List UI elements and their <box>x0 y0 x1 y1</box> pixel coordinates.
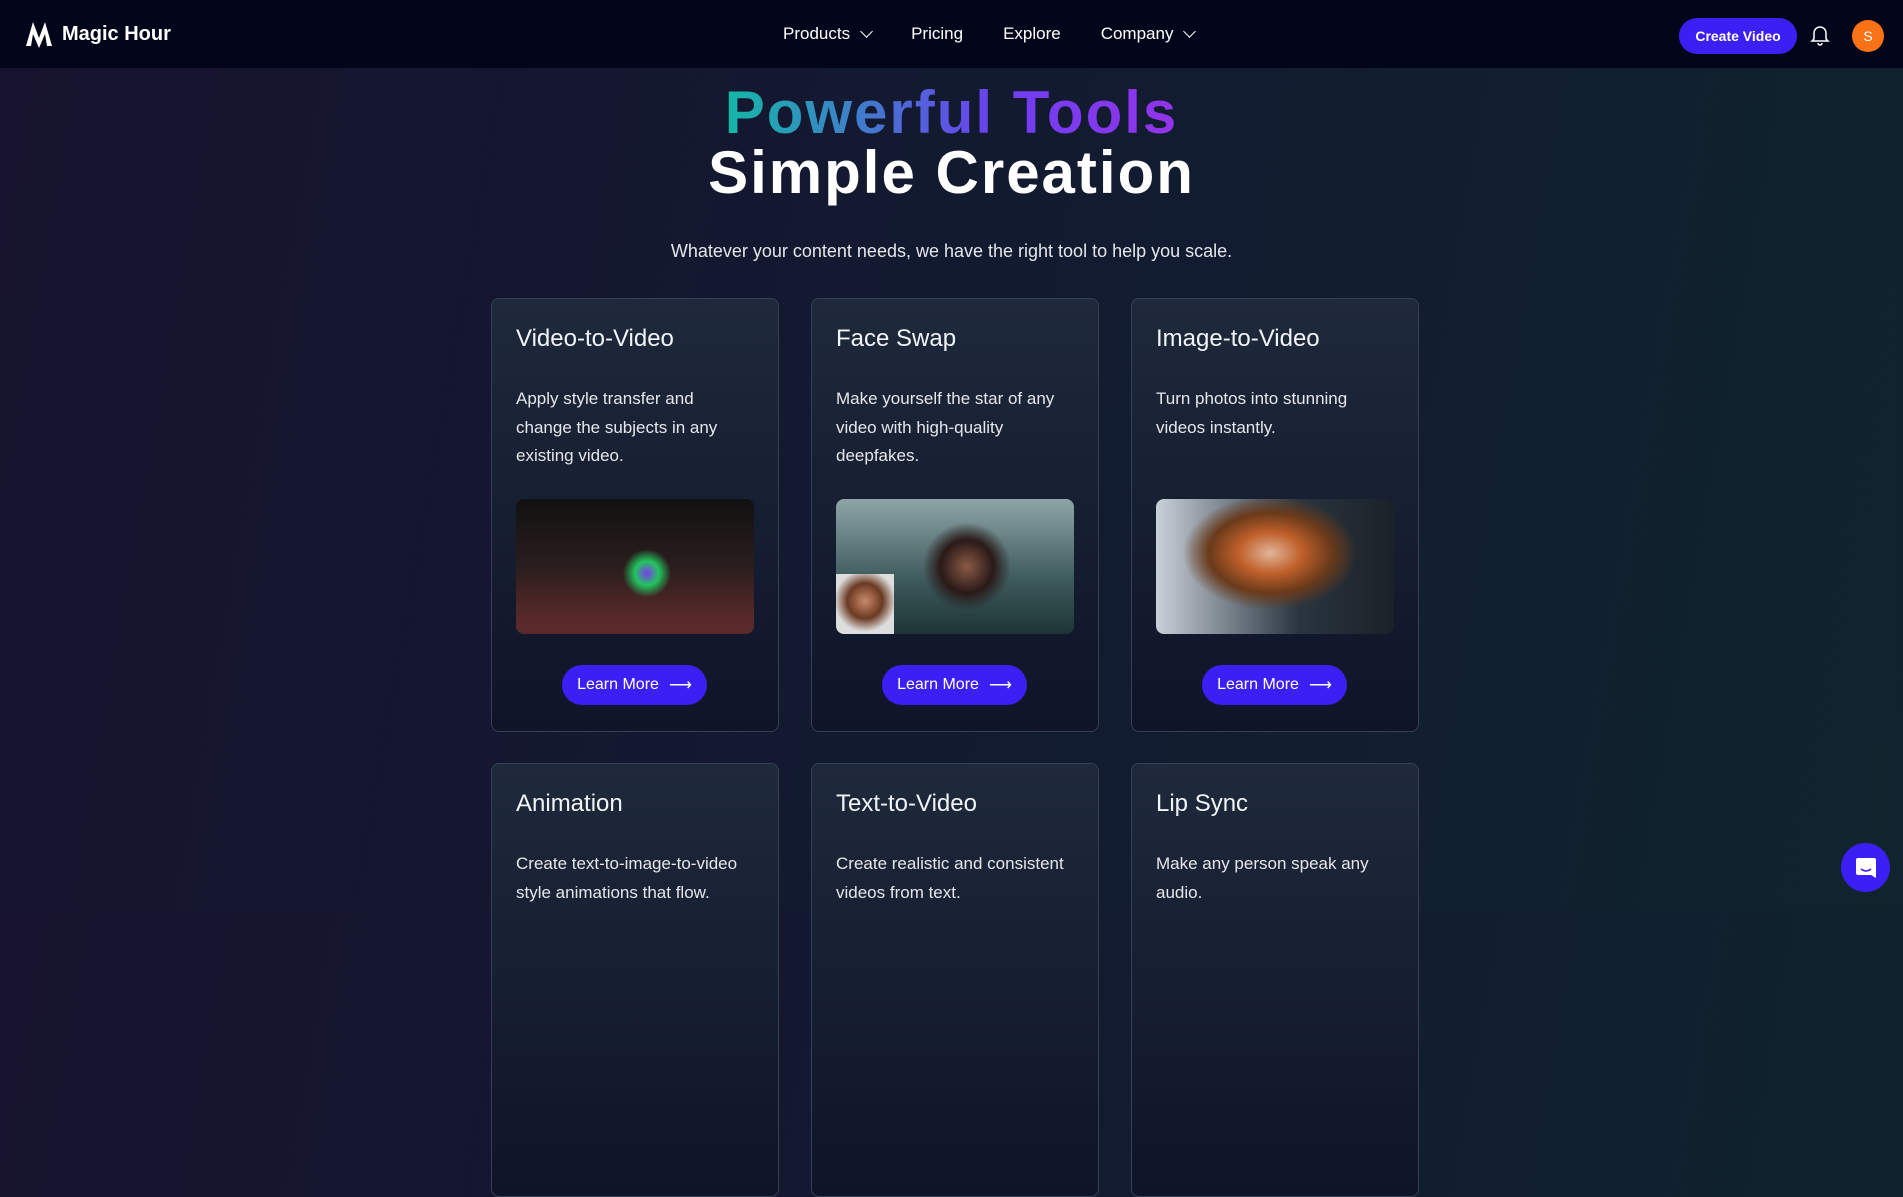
nav-pricing-label: Pricing <box>911 24 964 43</box>
hero-title: Simple Creation <box>708 139 1195 206</box>
chevron-down-icon <box>1183 25 1197 38</box>
arrow-right-icon: ⟶ <box>668 677 692 694</box>
chat-icon <box>1855 857 1876 878</box>
top-nav: Magic Hour Products Pricing Explore Comp… <box>0 0 1903 68</box>
card-title: Text-to-Video <box>836 790 977 817</box>
arrow-right-icon: ⟶ <box>1308 677 1332 694</box>
card-description: Make yourself the star of any video with… <box>836 389 1055 465</box>
brand-logo[interactable]: Magic Hour <box>24 20 171 48</box>
chat-support-button[interactable] <box>1841 843 1890 892</box>
tool-card-lip-sync: Lip Sync Make any person speak any audio… <box>1131 763 1419 1197</box>
learn-more-button[interactable]: Learn More ⟶ <box>882 665 1027 705</box>
bell-icon[interactable] <box>1810 24 1830 46</box>
learn-more-button[interactable]: Learn More ⟶ <box>1202 665 1347 705</box>
arrow-right-icon: ⟶ <box>988 677 1012 694</box>
nav-pricing[interactable]: Pricing <box>911 24 963 44</box>
image-to-video-preview-image <box>1156 499 1394 634</box>
source-face-thumbnail <box>836 574 894 634</box>
card-description: Apply style transfer and change the subj… <box>516 389 718 465</box>
card-description: Make any person speak any audio. <box>1156 854 1369 902</box>
nav-company-label: Company <box>1100 24 1174 43</box>
nav-products-label: Products <box>783 24 851 43</box>
card-title: Animation <box>516 790 623 817</box>
tool-card-image-to-video: Image-to-Video Turn photos into stunning… <box>1131 298 1419 732</box>
card-title: Lip Sync <box>1156 790 1249 817</box>
card-title: Face Swap <box>836 325 957 352</box>
brand-name: Magic Hour <box>62 22 171 45</box>
card-title: Video-to-Video <box>516 325 674 352</box>
learn-more-button[interactable]: Learn More ⟶ <box>562 665 707 705</box>
chevron-down-icon <box>860 25 873 38</box>
face-swap-preview-image <box>836 499 1074 634</box>
video-to-video-preview-image <box>516 499 754 634</box>
tool-card-face-swap: Face Swap Make yourself the star of any … <box>811 298 1099 732</box>
magic-hour-logo-icon <box>26 22 52 48</box>
tool-card-text-to-video: Text-to-Video Create realistic and consi… <box>811 763 1099 1197</box>
card-description: Create text-to-image-to-video style anim… <box>516 854 738 902</box>
tool-card-video-to-video: Video-to-Video Apply style transfer and … <box>491 298 779 732</box>
nav-products[interactable]: Products <box>783 24 873 44</box>
card-description: Turn photos into stunning videos instant… <box>1156 389 1348 437</box>
nav-explore-label: Explore <box>1003 24 1061 43</box>
card-title: Image-to-Video <box>1156 325 1320 352</box>
hero-subtitle: Whatever your content needs, we have the… <box>670 241 1233 261</box>
nav-company[interactable]: Company <box>1100 24 1197 44</box>
tool-card-animation: Animation Create text-to-image-to-video … <box>491 763 779 1197</box>
card-description: Create realistic and consistent videos f… <box>836 854 1064 902</box>
nav-explore[interactable]: Explore <box>1003 24 1061 44</box>
avatar[interactable]: S <box>1852 20 1884 52</box>
create-video-button[interactable]: Create Video <box>1679 18 1797 54</box>
